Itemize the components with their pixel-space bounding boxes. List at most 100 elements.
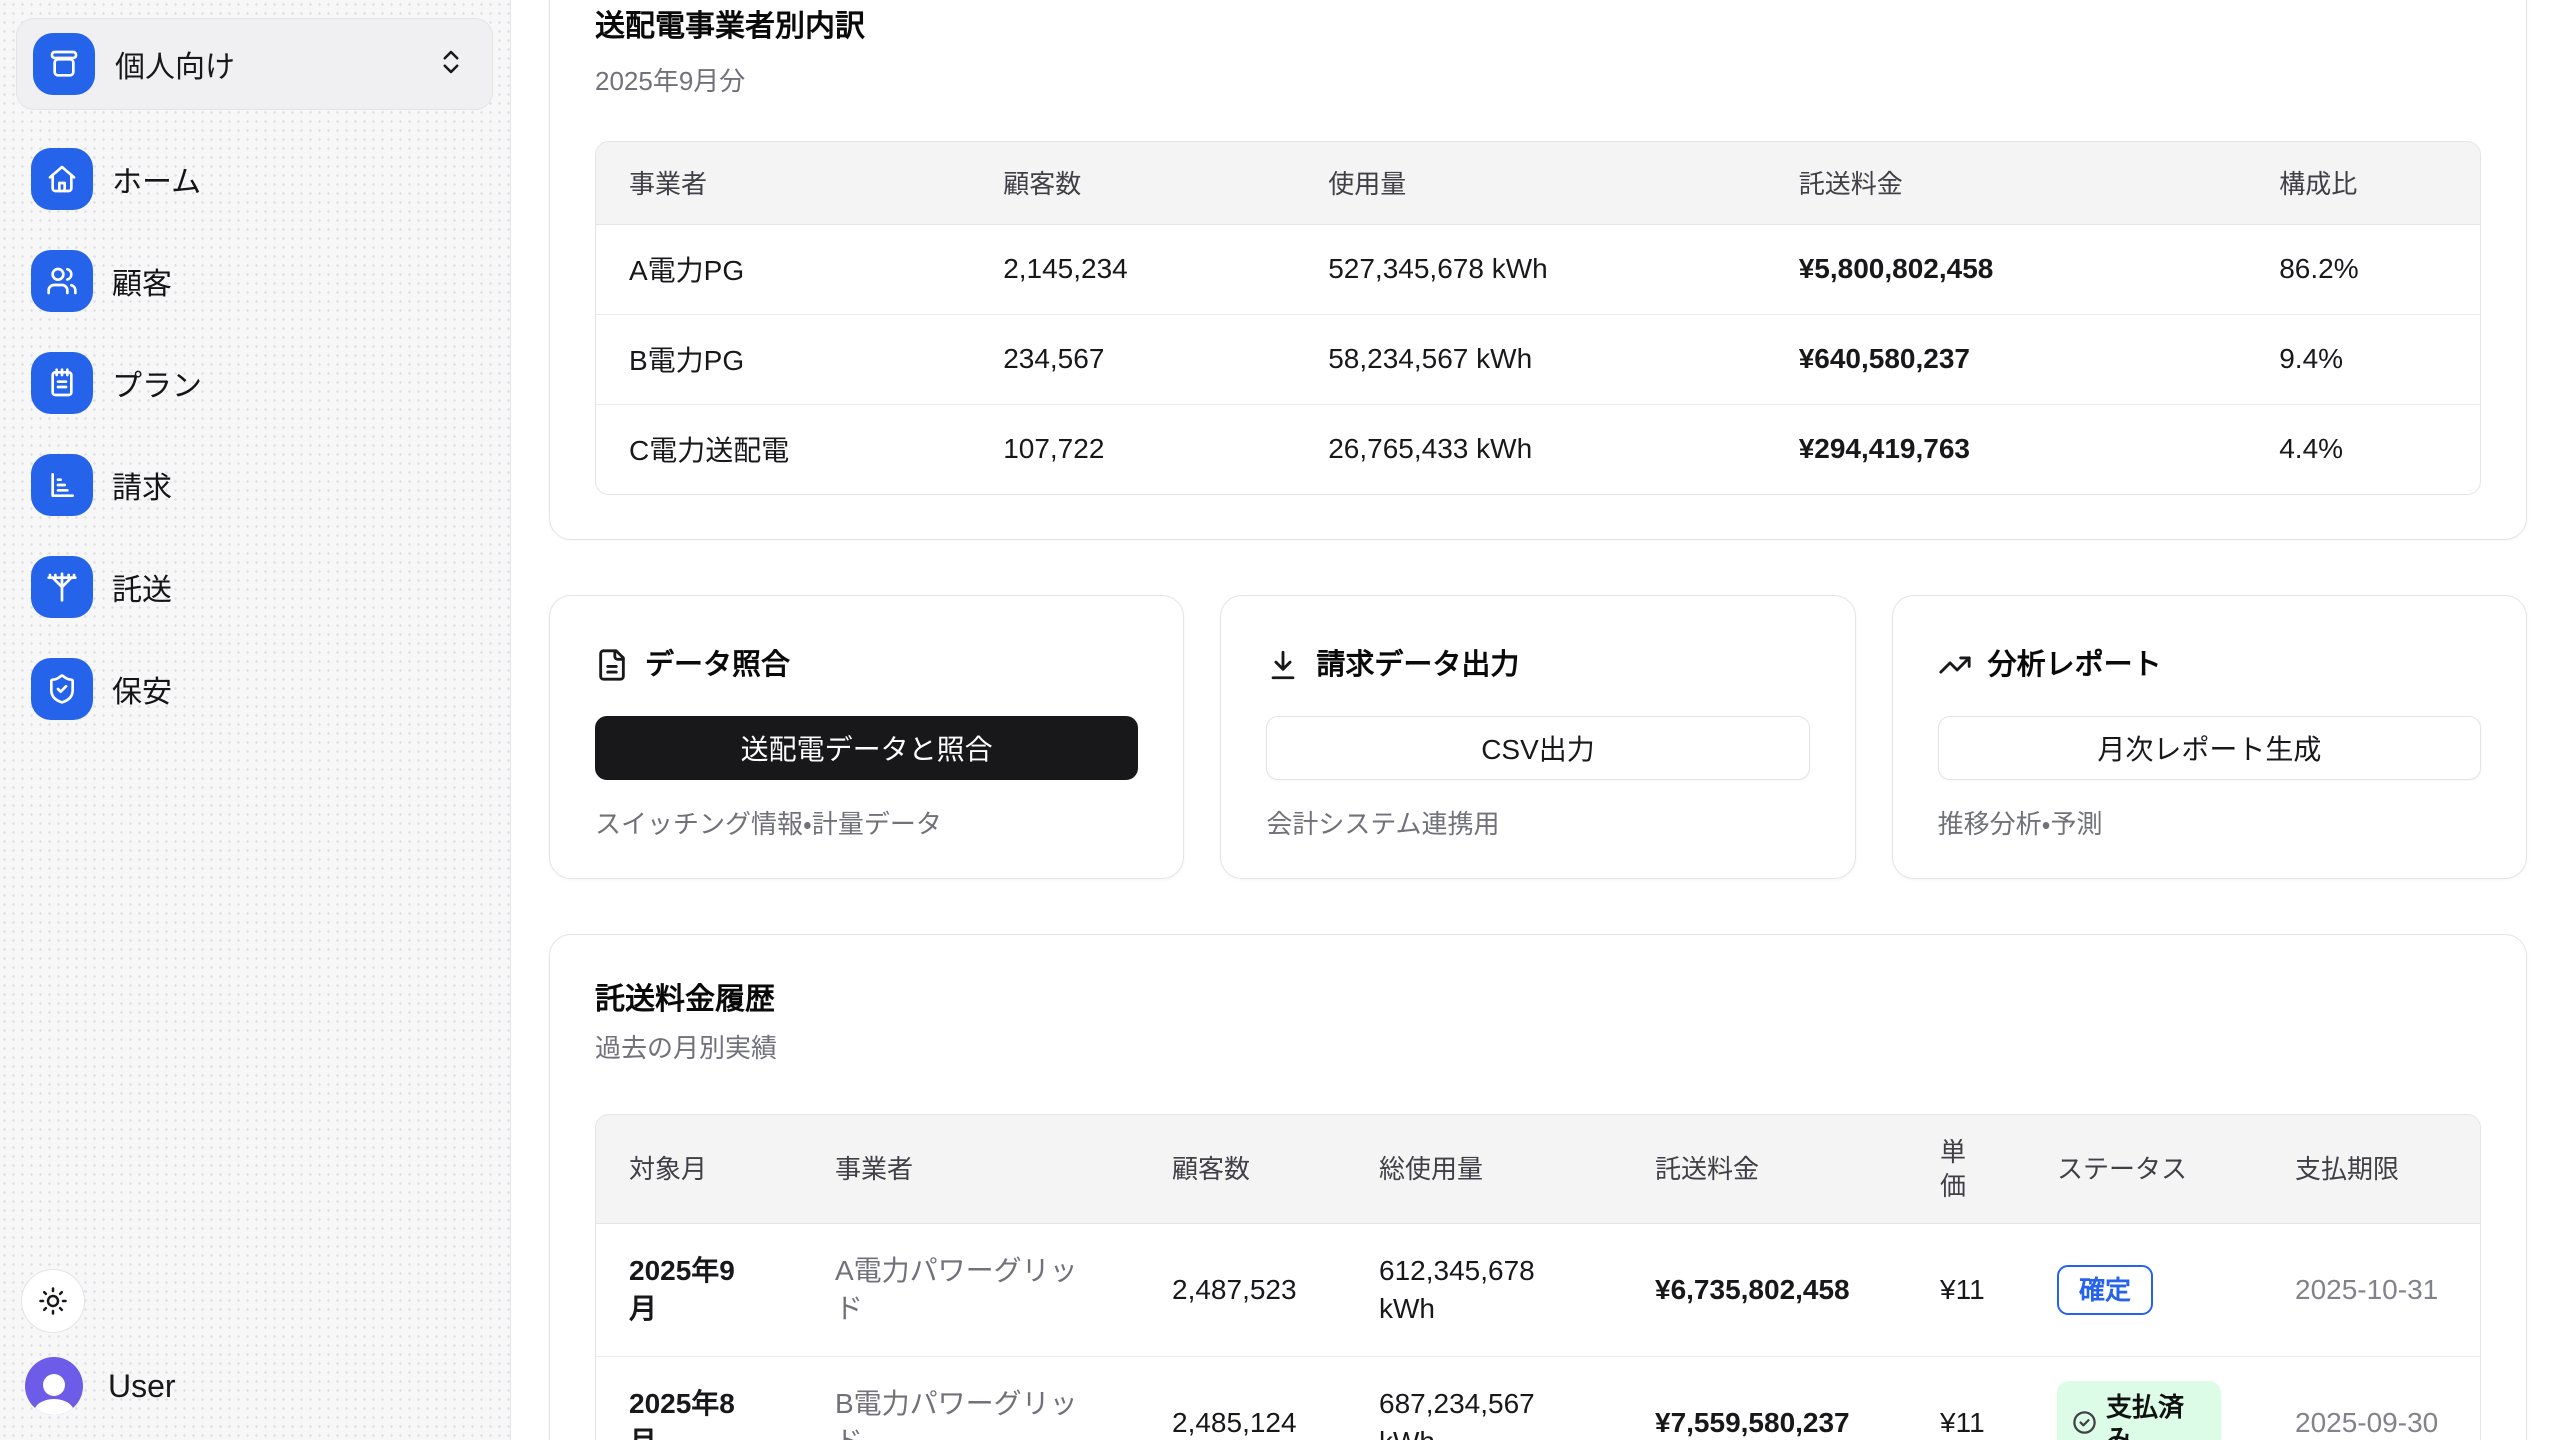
col-month: 対象月 xyxy=(596,1115,802,1223)
clipboard-icon xyxy=(31,352,93,414)
sidebar-item-safety[interactable]: 保安 xyxy=(31,658,202,720)
due-date-cell: 2025-09-30 xyxy=(2262,1356,2481,1440)
ratio-cell: 4.4% xyxy=(2246,404,2480,494)
data-matching-card: データ照合 送配電データと照合 スイッチング情報・計量データ xyxy=(549,595,1184,879)
col-due-date: 支払期限 xyxy=(2262,1115,2481,1223)
operator-cell: A電力パワーグリッド xyxy=(802,1223,1139,1356)
reconcile-button[interactable]: 送配電データと照合 xyxy=(595,716,1138,780)
usage-cell: 687,234,567 kWh xyxy=(1346,1356,1622,1440)
archive-box-icon xyxy=(48,48,80,80)
home-icon xyxy=(31,148,93,210)
col-total-usage: 総使用量 xyxy=(1346,1115,1622,1223)
month-cell: 2025年8月 xyxy=(596,1356,802,1440)
sidebar-item-home[interactable]: ホーム xyxy=(31,148,202,210)
customers-cell: 107,722 xyxy=(970,404,1295,494)
users-icon xyxy=(31,250,93,312)
shield-check-icon xyxy=(31,658,93,720)
status-badge-paid: 支払済み xyxy=(2057,1381,2221,1440)
usage-cell: 26,765,433 kWh xyxy=(1295,404,1765,494)
app-root: 個人向け ホーム 顧客 プラン xyxy=(0,0,2560,1440)
sidebar-item-label: 託送 xyxy=(112,565,172,609)
workspace-switcher[interactable]: 個人向け xyxy=(16,18,493,110)
user-name: User xyxy=(108,1368,176,1405)
breakdown-title: 送配電事業者別内訳 xyxy=(595,7,2481,47)
history-title: 託送料金履歴 xyxy=(595,980,2481,1020)
fee-cell: ¥640,580,237 xyxy=(1766,314,2247,404)
billing-chart-icon xyxy=(31,454,93,516)
history-header-row: 対象月 事業者 顧客数 総使用量 託送料金 単価 ステータス 支払期限 xyxy=(596,1115,2481,1223)
monthly-report-button[interactable]: 月次レポート生成 xyxy=(1938,716,2481,780)
card-title: 分析レポート xyxy=(1988,644,2162,686)
customers-cell: 2,145,234 xyxy=(970,224,1295,314)
col-operator: 事業者 xyxy=(596,142,970,224)
usage-cell: 612,345,678 kWh xyxy=(1346,1223,1622,1356)
main-content: 送配電事業者別内訳 2025年9月分 事業者 顧客数 使用量 託送料金 構成比 xyxy=(512,0,2560,1440)
table-row: 2025年9月 A電力パワーグリッド 2,487,523 612,345,678… xyxy=(596,1223,2481,1356)
operator-cell: B電力パワーグリッド xyxy=(802,1356,1139,1440)
col-operator: 事業者 xyxy=(802,1115,1139,1223)
usage-cell: 58,234,567 kWh xyxy=(1295,314,1765,404)
fee-cell: ¥6,735,802,458 xyxy=(1622,1223,1907,1356)
sidebar-item-label: 顧客 xyxy=(112,259,172,303)
csv-export-button[interactable]: CSV出力 xyxy=(1266,716,1809,780)
sidebar-item-plans[interactable]: プラン xyxy=(31,352,202,414)
col-usage: 使用量 xyxy=(1295,142,1765,224)
download-icon xyxy=(1266,648,1300,682)
fee-cell: ¥7,559,580,237 xyxy=(1622,1356,1907,1440)
table-row: C電力送配電 107,722 26,765,433 kWh ¥294,419,7… xyxy=(596,404,2480,494)
trending-up-icon xyxy=(1938,648,1972,682)
fee-cell: ¥294,419,763 xyxy=(1766,404,2247,494)
sidebar: 個人向け ホーム 顧客 プラン xyxy=(0,0,511,1440)
unit-price-cell: ¥11 xyxy=(1907,1356,2024,1440)
sidebar-item-wheeling[interactable]: 託送 xyxy=(31,556,202,618)
workspace-icon xyxy=(33,33,95,95)
check-circle-icon xyxy=(2071,1409,2098,1436)
unit-price-cell: ¥11 xyxy=(1907,1223,2024,1356)
history-table: 対象月 事業者 顧客数 総使用量 託送料金 単価 ステータス 支払期限 2025 xyxy=(595,1114,2481,1440)
workspace-label: 個人向け xyxy=(115,42,416,86)
card-title: 請求データ出力 xyxy=(1316,644,1519,686)
billing-export-card: 請求データ出力 CSV出力 会計システム連携用 xyxy=(1220,595,1855,879)
breakdown-card: 送配電事業者別内訳 2025年9月分 事業者 顧客数 使用量 託送料金 構成比 xyxy=(549,0,2527,540)
user-menu[interactable]: User xyxy=(25,1357,176,1415)
table-row: A電力PG 2,145,234 527,345,678 kWh ¥5,800,8… xyxy=(596,224,2480,314)
operator-cell: A電力PG xyxy=(596,224,970,314)
sidebar-nav: ホーム 顧客 プラン 請求 xyxy=(31,148,202,720)
usage-cell: 527,345,678 kWh xyxy=(1295,224,1765,314)
col-fee: 託送料金 xyxy=(1622,1115,1907,1223)
col-unit-price: 単価 xyxy=(1907,1115,2024,1223)
utility-pole-icon xyxy=(31,556,93,618)
theme-toggle-button[interactable] xyxy=(21,1269,85,1333)
sidebar-item-customers[interactable]: 顧客 xyxy=(31,250,202,312)
history-subtitle: 過去の月別実績 xyxy=(595,1030,2481,1066)
sidebar-item-label: 保安 xyxy=(112,667,172,711)
col-status: ステータス xyxy=(2024,1115,2262,1223)
breakdown-header-row: 事業者 顧客数 使用量 託送料金 構成比 xyxy=(596,142,2480,224)
ratio-cell: 9.4% xyxy=(2246,314,2480,404)
customers-cell: 2,485,124 xyxy=(1139,1356,1346,1440)
fee-cell: ¥5,800,802,458 xyxy=(1766,224,2247,314)
customers-cell: 2,487,523 xyxy=(1139,1223,1346,1356)
table-row: 2025年8月 B電力パワーグリッド 2,485,124 687,234,567… xyxy=(596,1356,2481,1440)
operator-cell: B電力PG xyxy=(596,314,970,404)
file-text-icon xyxy=(595,648,629,682)
breakdown-subtitle: 2025年9月分 xyxy=(595,63,2481,99)
history-card: 託送料金履歴 過去の月別実績 対象月 事業者 顧客数 総使用量 託送料 xyxy=(549,934,2527,1440)
col-fee: 託送料金 xyxy=(1766,142,2247,224)
sun-icon xyxy=(38,1286,68,1316)
status-cell: 確定 xyxy=(2024,1223,2262,1356)
avatar xyxy=(25,1357,83,1415)
col-customers: 顧客数 xyxy=(970,142,1295,224)
sidebar-item-billing[interactable]: 請求 xyxy=(31,454,202,516)
col-ratio: 構成比 xyxy=(2246,142,2480,224)
card-note: 推移分析・予測 xyxy=(1938,806,2481,842)
sidebar-item-label: プラン xyxy=(112,361,202,405)
col-customers: 顧客数 xyxy=(1139,1115,1346,1223)
action-cards-row: データ照合 送配電データと照合 スイッチング情報・計量データ 請求データ出力 C… xyxy=(549,595,2527,879)
card-note: スイッチング情報・計量データ xyxy=(595,806,1138,842)
sidebar-item-label: ホーム xyxy=(112,157,201,201)
operator-cell: C電力送配電 xyxy=(596,404,970,494)
status-badge-confirmed: 確定 xyxy=(2057,1265,2153,1315)
chevron-up-down-icon xyxy=(436,47,466,82)
customers-cell: 234,567 xyxy=(970,314,1295,404)
